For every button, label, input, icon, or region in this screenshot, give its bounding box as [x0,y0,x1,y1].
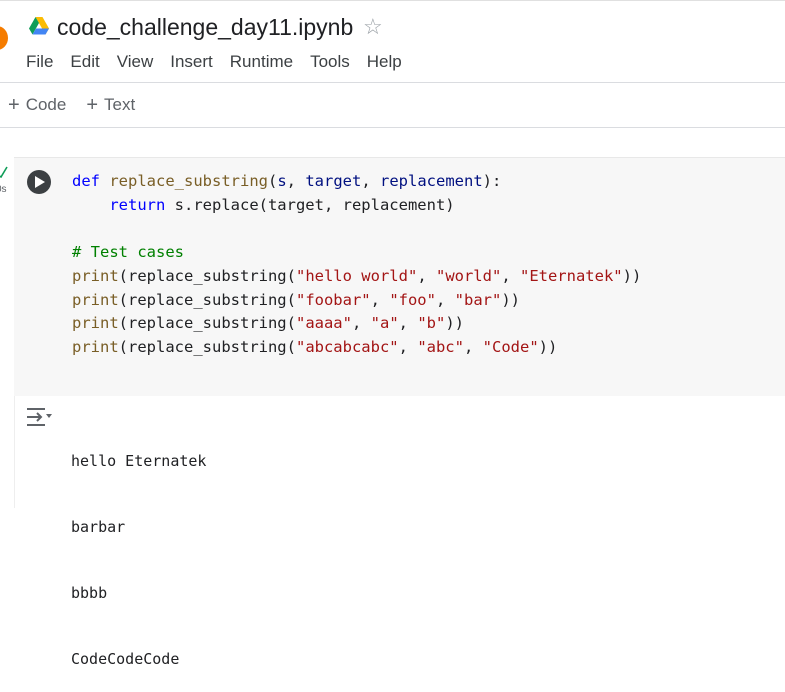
menu-help[interactable]: Help [367,52,402,72]
output-line: bbbb [71,584,108,602]
add-code-button[interactable]: + Code [8,95,66,115]
toolbar: + Code + Text [8,95,155,115]
add-text-button[interactable]: + Text [86,95,135,115]
output-text: hello Eternatek barbar bbbb CodeCodeCode [71,406,206,692]
menu-tools[interactable]: Tools [310,52,350,72]
add-code-label: Code [25,95,67,114]
code-line: print(replace_substring("hello world", "… [72,266,642,285]
divider [0,127,785,128]
menu-bar: File Edit View Insert Runtime Tools Help [26,52,419,72]
code-editor[interactable]: def replace_substring(s, target, replace… [72,170,641,360]
code-line: # Test cases [72,243,184,262]
play-icon [35,176,45,188]
code-line: return s.replace(target, replacement) [109,195,455,214]
menu-file[interactable]: File [26,52,53,72]
run-cell-button[interactable] [27,170,51,194]
plus-icon: + [8,94,20,116]
star-icon[interactable]: ☆ [363,14,383,40]
add-text-label: Text [104,95,136,114]
code-line: print(replace_substring("abcabcabc", "ab… [72,337,558,356]
code-line: print(replace_substring("foobar", "foo",… [72,290,520,309]
execution-time: 0s [0,184,7,195]
google-drive-icon[interactable] [29,17,49,35]
code-line: print(replace_substring("aaaa", "a", "b"… [72,314,464,333]
code-line: def replace_substring(s, target, replace… [72,172,502,190]
menu-insert[interactable]: Insert [170,52,213,72]
top-border [0,0,785,1]
output-line: CodeCodeCode [71,650,180,668]
menu-runtime[interactable]: Runtime [230,52,293,72]
notebook-title[interactable]: code_challenge_day11.ipynb [57,14,353,41]
plus-icon: + [86,94,99,116]
output-toggle-icon[interactable] [25,405,53,429]
output-line: hello Eternatek [71,452,207,470]
divider [0,82,785,83]
menu-view[interactable]: View [117,52,154,72]
checkmark-icon [0,166,8,178]
output-line: barbar [71,518,126,536]
avatar[interactable] [0,26,8,50]
menu-edit[interactable]: Edit [70,52,99,72]
